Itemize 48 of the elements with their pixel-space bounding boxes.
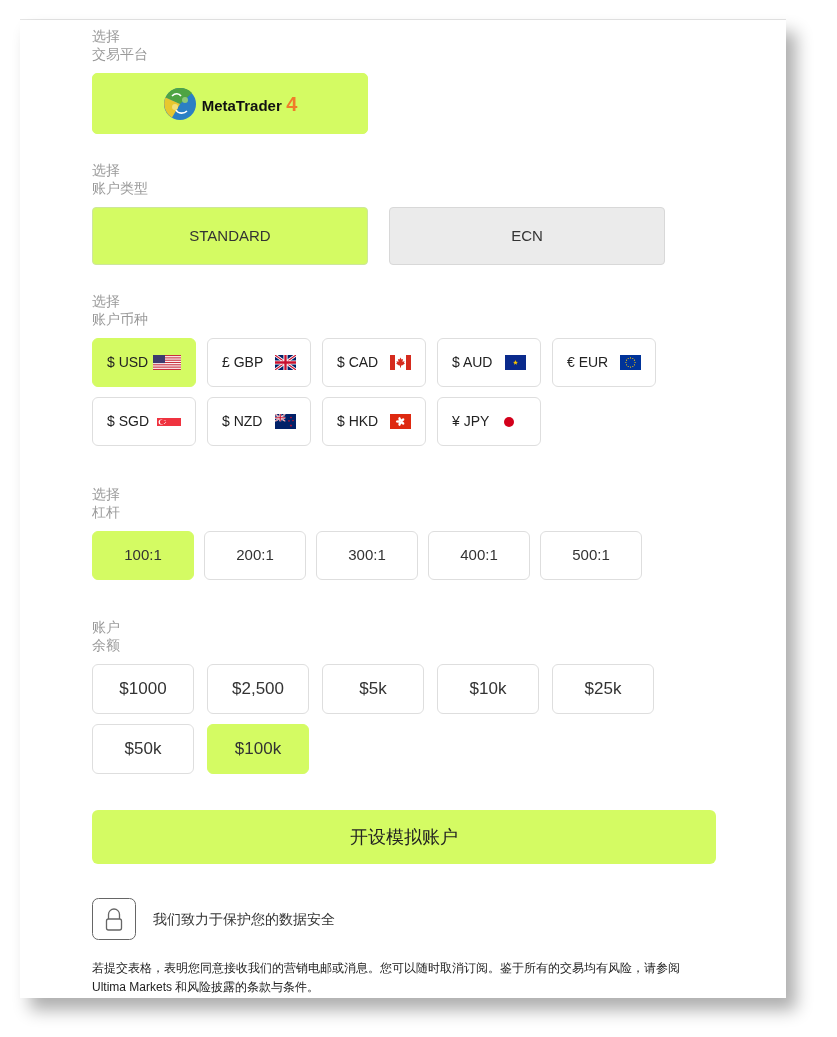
flag-icon (390, 414, 411, 429)
section-label: 选择 (92, 27, 120, 45)
logo-icon (162, 86, 197, 121)
balance-option[interactable]: $50k (92, 724, 194, 774)
section-label: 账户 (92, 618, 120, 636)
disclaimer-text: 若提交表格，表明您同意接收我们的营销电邮或消息。您可以随时取消订阅。鉴于所有的交易均有风险，请参阅 Ultima Markets 和风险披露的条款与条件。 (92, 960, 681, 996)
account-type-option[interactable]: STANDARD (92, 207, 368, 265)
leverage-option[interactable]: 300:1 (316, 531, 418, 580)
currency-option[interactable]: ¥ JPY (437, 397, 541, 446)
currency-option[interactable]: $ AUD (437, 338, 541, 387)
section-label: 选择 (92, 292, 120, 310)
platform-option[interactable]: MetaTrader 4 (92, 73, 368, 134)
section-label: 余额 (92, 636, 120, 654)
section-label: 选择 (92, 161, 120, 179)
currency-option[interactable]: $ USD (92, 338, 196, 387)
currency-option[interactable]: $ SGD (92, 397, 196, 446)
flag-icon (153, 355, 181, 370)
dot-icon (504, 416, 514, 427)
balance-option[interactable]: $25k (552, 664, 654, 714)
section-label: 账户类型 (92, 179, 148, 197)
lock-icon (92, 898, 136, 940)
flag-icon (620, 355, 641, 370)
security-note: 我们致力于保护您的数据安全 (153, 909, 335, 929)
flag-icon (505, 355, 526, 370)
flag-icon (390, 355, 411, 370)
leverage-option[interactable]: 500:1 (540, 531, 642, 580)
balance-option[interactable]: $1000 (92, 664, 194, 714)
currency-option[interactable]: £ GBP (207, 338, 311, 387)
leverage-option[interactable]: 400:1 (428, 531, 530, 580)
balance-option[interactable]: $10k (437, 664, 539, 714)
section-label: 交易平台 (92, 45, 148, 63)
currency-option[interactable]: $ NZD (207, 397, 311, 446)
flag-icon (275, 355, 296, 370)
section-label: 账户币种 (92, 310, 148, 328)
flag-icon (275, 414, 296, 429)
leverage-option[interactable]: 200:1 (204, 531, 306, 580)
account-type-option[interactable]: ECN (389, 207, 665, 265)
flag-icon (157, 417, 181, 426)
currency-option[interactable]: € EUR (552, 338, 656, 387)
balance-option[interactable]: $100k (207, 724, 309, 774)
balance-option[interactable]: $2,500 (207, 664, 309, 714)
section-label: 选择 (92, 485, 120, 503)
leverage-option[interactable]: 100:1 (92, 531, 194, 580)
currency-option[interactable]: $ HKD (322, 397, 426, 446)
currency-option[interactable]: $ CAD (322, 338, 426, 387)
balance-option[interactable]: $5k (322, 664, 424, 714)
submit-button[interactable]: 开设模拟账户 (92, 810, 716, 864)
section-label: 杠杆 (92, 503, 120, 521)
